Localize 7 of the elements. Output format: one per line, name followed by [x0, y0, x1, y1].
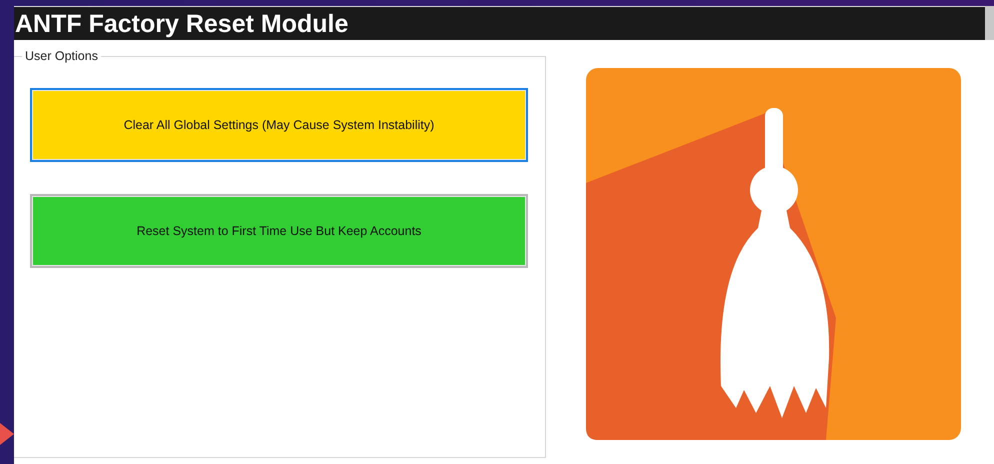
window-edge	[985, 6, 994, 40]
arrow-icon	[0, 423, 14, 445]
action-button[interactable]: Reset System to First Time Use But Keep Accounts	[30, 194, 528, 268]
broom-icon	[586, 68, 961, 440]
action-button[interactable]: Clear All Global Settings (May Cause System Instability)	[30, 88, 528, 162]
window-title: ANTF Factory Reset Module	[14, 6, 985, 40]
group-label: User Options	[22, 49, 101, 63]
